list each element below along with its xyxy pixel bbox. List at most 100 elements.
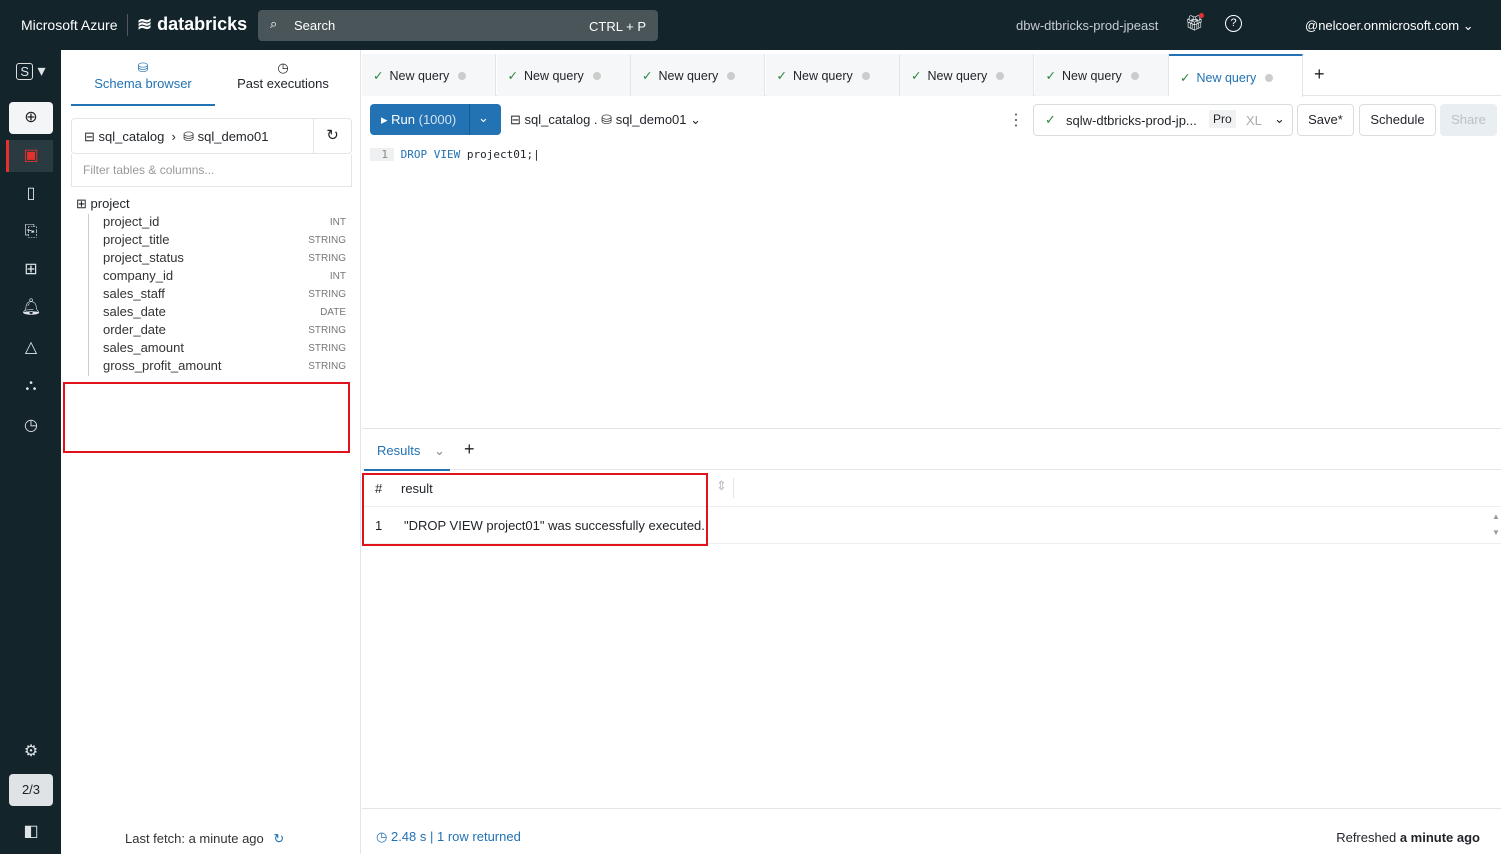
execution-info[interactable]: ◷ 2.48 s | 1 row returned	[376, 829, 521, 845]
tab-label: Schema browser	[94, 76, 192, 91]
sort-icon[interactable]: ⇕	[716, 478, 727, 494]
line-number: 1	[370, 148, 394, 161]
sql-keyword: VIEW	[433, 148, 461, 161]
query-tab[interactable]: ✓ New query	[631, 54, 765, 96]
results-table: # result ⇕ 1 "DROP VIEW project01" was s…	[362, 470, 1501, 546]
column-item[interactable]: sales_staff STRING	[76, 286, 346, 304]
add-tab-icon[interactable]: +	[1314, 64, 1325, 85]
run-text: Run	[391, 112, 415, 127]
user-menu[interactable]: @nelcoer.onmicrosoft.com ⌄	[1305, 18, 1474, 34]
close-tab-icon[interactable]	[1130, 72, 1139, 80]
tab-label: New query	[389, 69, 450, 83]
query-tab[interactable]: ✓ New query	[496, 54, 631, 96]
query-tab[interactable]: ✓ New query	[1034, 54, 1169, 96]
row-count: 1 row returned	[437, 829, 521, 844]
layers-icon: ≋	[137, 14, 153, 34]
column-type: STRING	[308, 325, 346, 336]
dashboards-icon[interactable]: ⊞	[9, 254, 53, 286]
chevron-down-icon[interactable]: ⌄	[434, 443, 445, 458]
share-button[interactable]: Share	[1440, 104, 1497, 136]
table-item[interactable]: ⊞ project	[76, 196, 346, 214]
azure-brand[interactable]: Microsoft Azure	[21, 17, 117, 33]
add-visualization-icon[interactable]: +	[464, 439, 475, 460]
shapes-icon[interactable]: △	[9, 332, 53, 364]
sql-editor-icon[interactable]: ▣	[6, 140, 53, 172]
refresh-icon[interactable]: ↻	[313, 119, 351, 153]
sql-text: project01;	[466, 148, 534, 161]
query-tab[interactable]: ✓ New query	[1169, 54, 1303, 97]
workspace-name[interactable]: dbw-dtbricks-prod-jpeast	[1016, 18, 1158, 33]
close-tab-icon[interactable]	[727, 72, 736, 80]
catalog-name[interactable]: sql_catalog	[99, 129, 165, 144]
column-name: project_status	[103, 250, 184, 265]
databricks-logo[interactable]: ≋ databricks	[137, 14, 247, 35]
filter-input[interactable]: Filter tables & columns...	[71, 154, 352, 187]
tab-schema-browser[interactable]: ⛁ Schema browser	[71, 60, 215, 106]
close-tab-icon[interactable]	[458, 72, 467, 80]
workspace-switcher[interactable]: S ▾	[9, 56, 53, 88]
column-type: INT	[329, 217, 346, 228]
collapse-sidebar-icon[interactable]: ◧	[9, 816, 53, 848]
running-icon: ✓	[1045, 112, 1056, 127]
search-bar[interactable]: ⌕ Search CTRL + P	[258, 10, 658, 41]
column-type: STRING	[308, 289, 346, 300]
column-name: sales_date	[103, 304, 166, 319]
close-tab-icon[interactable]	[996, 72, 1005, 80]
scrollbar[interactable]: ▲ ▼	[1491, 509, 1501, 541]
new-icon[interactable]: ⊕	[9, 102, 53, 134]
column-item[interactable]: order_date STRING	[76, 322, 346, 340]
column-item[interactable]: project_title STRING	[76, 232, 346, 250]
help-icon[interactable]: ?	[1225, 15, 1242, 32]
results-label: Results	[377, 443, 421, 458]
column-item[interactable]: company_id INT	[76, 268, 346, 286]
run-button[interactable]: ▸ Run (1000) ⌄	[370, 104, 501, 135]
refreshed-info: Refreshed a minute ago	[1336, 830, 1480, 845]
save-button[interactable]: Save*	[1297, 104, 1354, 136]
catalog-icon: ⊟	[510, 112, 521, 127]
notebook-icon[interactable]: ⎘	[9, 216, 53, 248]
page-counter[interactable]: 2/3	[9, 774, 53, 806]
tab-results[interactable]: Results ⌄	[364, 429, 450, 471]
success-icon: ✓	[1180, 71, 1191, 85]
close-tab-icon[interactable]	[861, 72, 870, 80]
close-tab-icon[interactable]	[592, 72, 601, 80]
workflows-icon[interactable]: ⛬	[9, 370, 53, 402]
query-tab[interactable]: ✓ New query	[362, 54, 496, 96]
tab-past-executions[interactable]: ◷ Past executions	[211, 60, 355, 91]
close-tab-icon[interactable]	[1265, 74, 1274, 82]
catalog-breadcrumb[interactable]: ⊟ sql_catalog › ⛁ sql_demo01 ↻	[71, 118, 352, 154]
code-editor[interactable]: 1 DROP VIEW project01;|	[370, 148, 540, 161]
more-icon[interactable]: ⋮	[1008, 110, 1024, 130]
top-bar: Microsoft Azure ≋ databricks ⌕ Search CT…	[0, 0, 1501, 50]
alerts-icon[interactable]: 🔔︎	[9, 292, 53, 324]
column-item[interactable]: sales_date DATE	[76, 304, 346, 322]
schema-name[interactable]: sql_demo01	[198, 129, 269, 144]
history-icon[interactable]: ◷	[9, 410, 53, 442]
query-tab[interactable]: ✓ New query	[900, 54, 1034, 96]
column-item[interactable]: sales_amount STRING	[76, 340, 346, 358]
refresh-icon[interactable]: ↻	[273, 831, 284, 846]
run-limit: (1000)	[418, 112, 457, 127]
apps-icon[interactable]: ⚙	[9, 736, 53, 768]
schema-tree: ⊞ project project_id INT project_title STRI…	[76, 196, 346, 376]
column-name: sales_amount	[103, 340, 184, 355]
query-tab[interactable]: ✓ New query	[765, 54, 900, 96]
warehouse-selector[interactable]: ✓ sqlw-dtbricks-prod-jp... Pro XL ⌄	[1033, 104, 1293, 136]
success-icon: ✓	[642, 69, 653, 83]
tab-label: New query	[1196, 71, 1257, 85]
schema-panel: ⛁ Schema browser ◷ Past executions ⊟ sql_c…	[61, 50, 361, 854]
clock-icon: ◷	[277, 60, 289, 75]
column-item[interactable]: project_id INT	[76, 214, 346, 232]
run-label: ▸ Run (1000)	[381, 112, 457, 127]
catalog-selector[interactable]: ⊟ sql_catalog . ⛁ sql_demo01 ⌄	[510, 112, 701, 128]
success-icon: ✓	[911, 69, 922, 83]
column-item[interactable]: gross_profit_amount STRING	[76, 358, 346, 376]
results-header: Results ⌄ +	[362, 428, 1501, 471]
queries-icon[interactable]: ▯	[9, 178, 53, 210]
success-icon: ✓	[1045, 69, 1056, 83]
chevron-down-icon[interactable]: ⌄	[478, 110, 489, 126]
highlight-box	[362, 473, 708, 546]
divider	[127, 14, 128, 36]
column-item[interactable]: project_status STRING	[76, 250, 346, 268]
schedule-button[interactable]: Schedule	[1359, 104, 1436, 136]
